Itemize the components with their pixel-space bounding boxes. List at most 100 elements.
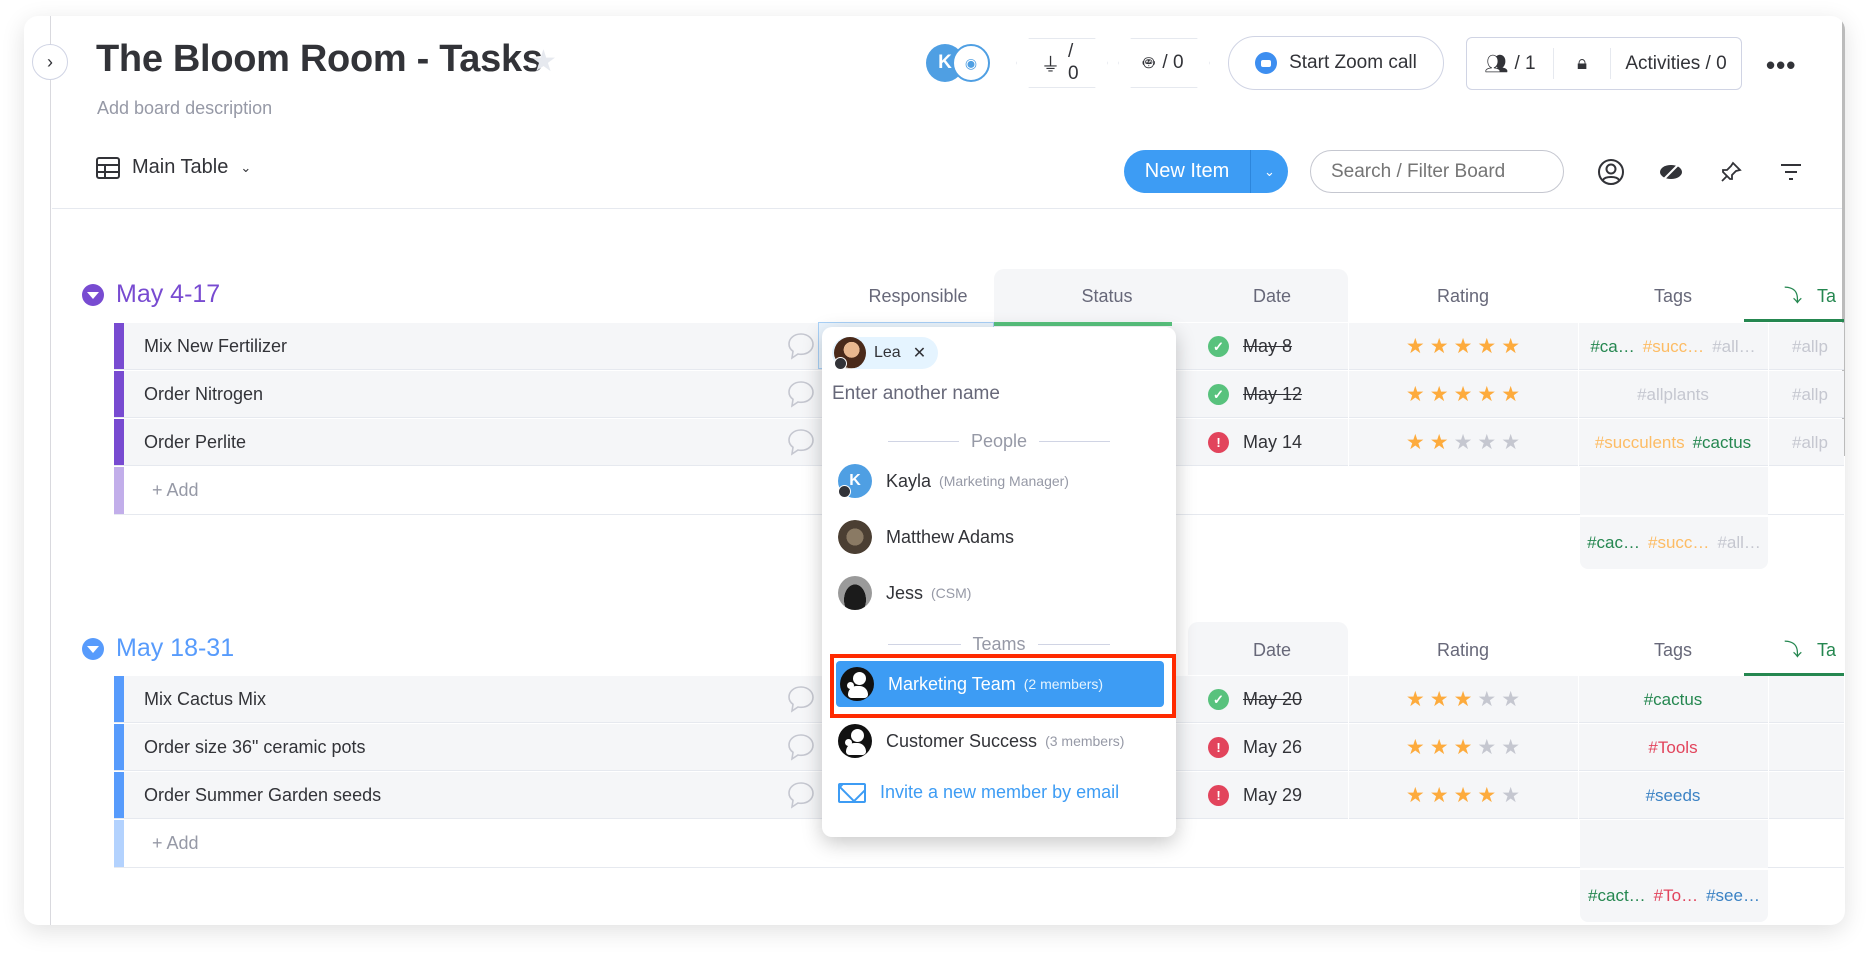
column-header-tags[interactable]: Tags (1578, 270, 1768, 322)
comment-bubble-icon[interactable] (786, 733, 816, 761)
column-header-tags-mirror[interactable]: ⤵ Ta (1768, 270, 1844, 322)
star-icon[interactable]: ★ (1430, 783, 1449, 808)
column-header-responsible[interactable]: Responsible (818, 270, 1018, 322)
person-option-kayla[interactable]: K Kayla (Marketing Manager) (834, 458, 1164, 504)
date-cell[interactable]: ! May 26 (1194, 724, 1348, 771)
tag[interactable]: #seeds (1646, 786, 1701, 806)
hide-columns-icon[interactable] (1656, 157, 1686, 187)
person-filter-icon[interactable] (1596, 157, 1626, 187)
group-header-1[interactable]: May 4-17 (82, 280, 220, 309)
search-filter-input[interactable] (1310, 150, 1564, 193)
tag[interactable]: #allplants (1637, 385, 1709, 405)
star-icon[interactable]: ★ (1430, 382, 1449, 407)
star-icon[interactable]: ★ (1406, 687, 1425, 712)
star-icon[interactable]: ★ (1406, 783, 1425, 808)
mirror-tags-cell[interactable] (1768, 676, 1844, 723)
date-cell[interactable]: ! May 29 (1194, 772, 1348, 819)
expand-sidebar-button[interactable]: › (32, 44, 68, 80)
group-header-2[interactable]: May 18-31 (82, 634, 234, 663)
star-icon[interactable]: ★ (1477, 430, 1496, 455)
tags-cell[interactable]: #ca… #succ… #all… (1578, 323, 1768, 370)
item-name[interactable]: Mix Cactus Mix (144, 689, 266, 710)
tag[interactable]: #Tools (1648, 738, 1697, 758)
mirror-tags-cell[interactable] (1768, 772, 1844, 819)
add-item-label[interactable]: + Add (152, 480, 199, 501)
pin-icon[interactable] (1716, 157, 1746, 187)
team-option-marketing-team[interactable]: Marketing Team (2 members) (836, 661, 1164, 707)
view-tab-main-table[interactable]: Main Table ⌄ (96, 156, 251, 179)
board-subscribers[interactable]: K ◉ (926, 42, 996, 84)
star-icon[interactable]: ★ (1477, 783, 1496, 808)
rating-cell[interactable]: ★ ★ ★ ★ ★ (1348, 323, 1578, 370)
rating-cell[interactable]: ★ ★ ★ ★ ★ (1348, 419, 1578, 466)
group-title[interactable]: May 4-17 (116, 280, 220, 309)
item-name[interactable]: Order Perlite (144, 432, 246, 453)
add-item-label[interactable]: + Add (152, 833, 199, 854)
new-item-button[interactable]: New Item ⌄ (1124, 150, 1288, 193)
star-icon[interactable]: ★ (1454, 687, 1473, 712)
comment-bubble-icon[interactable] (786, 332, 816, 360)
star-icon[interactable]: ★ (1454, 334, 1473, 359)
tag[interactable]: #succ… (1643, 337, 1704, 357)
rating-cell[interactable]: ★ ★ ★ ★ ★ (1348, 371, 1578, 418)
star-icon[interactable]: ★ (1477, 334, 1496, 359)
group-title[interactable]: May 18-31 (116, 634, 234, 663)
tag[interactable]: #cactus (1693, 433, 1752, 453)
star-icon[interactable]: ★ (1454, 783, 1473, 808)
comment-bubble-icon[interactable] (786, 428, 816, 456)
tags-cell[interactable]: #Tools (1578, 724, 1768, 771)
star-icon[interactable]: ★ (1477, 735, 1496, 760)
rating-cell[interactable]: ★ ★ ★ ★ ★ (1348, 772, 1578, 819)
date-cell[interactable]: ✓ May 8 (1194, 323, 1348, 370)
column-header-tags[interactable]: Tags (1578, 624, 1768, 676)
tag[interactable]: #cactus (1644, 690, 1703, 710)
start-zoom-call-button[interactable]: Start Zoom call (1228, 36, 1444, 90)
new-item-dropdown-icon[interactable]: ⌄ (1250, 150, 1288, 193)
status-cell-done[interactable] (994, 322, 1172, 326)
rating-cell[interactable]: ★ ★ ★ ★ ★ (1348, 676, 1578, 723)
collapse-group-icon[interactable] (82, 283, 104, 306)
sort-filter-icon[interactable] (1776, 157, 1806, 187)
star-icon[interactable]: ★ (1501, 687, 1520, 712)
column-header-date[interactable]: Date (1196, 270, 1348, 322)
star-icon[interactable]: ★ (1454, 735, 1473, 760)
item-name[interactable]: Order size 36" ceramic pots (144, 737, 365, 758)
person-option-jess[interactable]: Jess (CSM) (834, 570, 1164, 616)
tags-cell[interactable]: #seeds (1578, 772, 1768, 819)
person-search-input[interactable] (832, 377, 1162, 411)
tags-cell[interactable]: #succulents #cactus (1578, 419, 1768, 466)
star-icon[interactable]: ★ (1454, 430, 1473, 455)
star-icon[interactable]: ★ (1501, 334, 1520, 359)
integrations-button[interactable]: ⏚ / 0 (1016, 38, 1108, 88)
star-icon[interactable]: ★ (1406, 430, 1425, 455)
star-icon[interactable]: ★ (1454, 382, 1473, 407)
remove-person-icon[interactable]: ✕ (913, 343, 926, 363)
item-name[interactable]: Order Nitrogen (144, 384, 263, 405)
date-cell[interactable]: ✓ May 20 (1194, 676, 1348, 723)
board-title[interactable]: The Bloom Room - Tasks (96, 38, 543, 81)
invite-member-link[interactable]: Invite a new member by email (838, 782, 1119, 803)
assigned-person-chip[interactable]: Lea ✕ (832, 337, 939, 370)
star-icon[interactable]: ★ (1406, 382, 1425, 407)
rating-cell[interactable]: ★ ★ ★ ★ ★ (1348, 724, 1578, 771)
date-cell[interactable]: ! May 14 (1194, 419, 1348, 466)
column-header-date[interactable]: Date (1196, 624, 1348, 676)
more-options-icon[interactable]: ••• (1766, 50, 1796, 81)
item-name[interactable]: Mix New Fertilizer (144, 336, 287, 357)
star-icon[interactable]: ★ (1501, 783, 1520, 808)
column-header-status[interactable]: Status (1018, 270, 1196, 322)
star-icon[interactable]: ★ (1430, 687, 1449, 712)
column-header-rating[interactable]: Rating (1348, 624, 1578, 676)
tag[interactable]: #succulents (1595, 433, 1685, 453)
star-icon[interactable]: ★ (1406, 735, 1425, 760)
tags-cell[interactable]: #allplants (1578, 371, 1768, 418)
star-icon[interactable]: ★ (1501, 430, 1520, 455)
team-option-customer-success[interactable]: Customer Success (3 members) (834, 718, 1164, 764)
comment-bubble-icon[interactable] (786, 685, 816, 713)
mirror-tags-cell[interactable]: #allp (1768, 323, 1844, 370)
comment-bubble-icon[interactable] (786, 781, 816, 809)
tag[interactable]: #all… (1712, 337, 1755, 357)
star-icon[interactable]: ★ (1501, 382, 1520, 407)
star-icon[interactable]: ★ (1477, 382, 1496, 407)
column-header-tags-mirror[interactable]: ⤵ Ta (1768, 624, 1844, 676)
